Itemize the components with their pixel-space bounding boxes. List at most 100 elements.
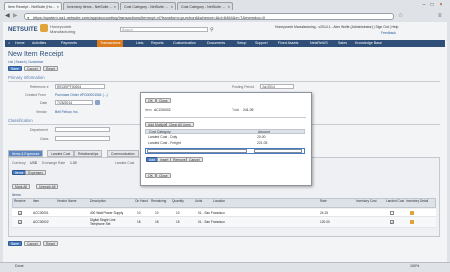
inventory-detail-icon[interactable] (410, 211, 414, 215)
footer-cancel-button[interactable]: Cancel (24, 241, 41, 246)
dialog-ok-bottom-button[interactable]: OK (145, 173, 156, 178)
tab-relationships[interactable]: Relationships (74, 150, 103, 157)
nav-item-customization[interactable]: Customization (173, 40, 196, 47)
vendor-value[interactable]: Bell Fellow, Inc. (55, 110, 79, 114)
dialog-row[interactable]: Landed Cost - Duty 20.00 (145, 135, 305, 140)
reference-label: Reference # (30, 85, 49, 89)
star-icon[interactable]: ☆ (398, 13, 403, 20)
close-icon[interactable]: × (171, 3, 173, 10)
inventory-detail-icon[interactable] (410, 220, 414, 224)
unmark-all-button[interactable]: Unmark All (36, 184, 59, 189)
dialog-close-bottom-button[interactable]: Close (156, 173, 171, 178)
amount-cell: 20.00 (257, 135, 266, 139)
clear-all-lines-button[interactable]: Clear All Lines (166, 122, 194, 127)
browser-tab[interactable]: Cost Category - NetSuite ... × (120, 2, 176, 10)
page-subnav[interactable]: List | Search | Customize (8, 60, 43, 64)
tab-items-expenses[interactable]: Items & Expenses (8, 150, 44, 157)
landed-cost-checkbox[interactable] (390, 220, 394, 225)
close-icon[interactable]: × (57, 3, 59, 10)
col-rate: Rate (320, 199, 327, 203)
browser-tab[interactable]: Inventory Items - NetSuite ... × (63, 2, 119, 10)
nav-item-transactions[interactable]: Transactions (97, 40, 124, 47)
company-logo (40, 24, 48, 32)
close-icon[interactable]: × (228, 3, 230, 10)
nav-item-activities[interactable]: Activities (32, 40, 46, 47)
search-input[interactable]: Search (120, 27, 208, 32)
nav-item-home[interactable]: Home (15, 40, 25, 47)
class-field[interactable] (55, 136, 110, 141)
nav-item-fixed-assets[interactable]: Fixed Assets (278, 40, 298, 47)
search-icon[interactable]: ⚲ (210, 27, 214, 33)
department-label: Department (30, 128, 48, 132)
minimize-icon[interactable]: – (420, 2, 428, 8)
nav-item-netsrelus[interactable]: NetsRelUS (310, 40, 328, 47)
receive-checkbox[interactable] (18, 220, 22, 225)
date-field[interactable]: 7/25/2014 (55, 100, 93, 105)
cancel-button[interactable]: Cancel (24, 66, 41, 71)
nav-item-sales[interactable]: Sales (338, 40, 347, 47)
feedback-link[interactable]: Feedback (381, 31, 396, 35)
maximize-icon[interactable]: □ (428, 2, 436, 8)
tab-landed-cost[interactable]: Landed Cost (47, 150, 75, 157)
nav-item-payments[interactable]: Payments (61, 40, 77, 47)
quantity-cell[interactable]: 10 (176, 211, 180, 215)
save-button[interactable]: Save (8, 66, 22, 71)
calendar-icon[interactable] (95, 100, 100, 105)
back-icon[interactable]: ◀ (5, 13, 10, 20)
dialog-close-button[interactable]: Close (156, 98, 171, 103)
divider (8, 81, 440, 82)
nav-item-reports[interactable]: Reports (151, 40, 164, 47)
col-description: Description (90, 199, 106, 203)
reference-field[interactable]: RECEIPT00204 (55, 84, 105, 89)
reset-button[interactable]: Reset (43, 66, 58, 71)
receive-checkbox[interactable] (18, 211, 22, 216)
dialog-ok-button[interactable]: OK (145, 98, 156, 103)
landed-cost-label: Landed Cost (115, 161, 135, 165)
nav-item-support[interactable]: Support (255, 40, 268, 47)
cancel-row-button[interactable]: Cancel (186, 157, 203, 162)
forward-icon[interactable]: ▶ (13, 13, 18, 20)
cost-category-cell: Landed Cost - Freight (148, 141, 181, 145)
url-text: https://system.na1.netsuite.com/app/acco… (33, 15, 266, 20)
col-inventory-cost: Inventory Cost (356, 199, 377, 203)
nav-item-knowledge-base[interactable]: Knowledge Base (355, 40, 382, 47)
mark-all-button[interactable]: Mark All (12, 184, 31, 189)
amount-cell: 221.05 (257, 141, 268, 145)
close-icon[interactable]: × (114, 3, 116, 10)
dialog-row[interactable]: Landed Cost - Freight 221.05 (145, 141, 305, 146)
date-label: Date (40, 101, 48, 105)
quantity-cell[interactable]: 15 (176, 220, 180, 224)
footer-reset-button[interactable]: Reset (43, 241, 58, 246)
posting-period-field[interactable]: Jul 2014 (260, 84, 294, 89)
created-from-value[interactable]: Purchase Order #PO00001061 (...) (55, 93, 108, 97)
col-receive: Receive (14, 199, 26, 203)
items-currency-value: USD (30, 161, 38, 165)
tab-communication[interactable]: Communication (107, 150, 139, 157)
col-location: Location (213, 199, 226, 203)
cost-category-input[interactable] (147, 149, 247, 153)
browser-tab[interactable]: Cost Category - NetSuite ... × (177, 2, 233, 10)
nav-item-documents[interactable]: Documents (207, 40, 225, 47)
dialog-table-header: Cost Category Amount (145, 129, 305, 134)
nav-item-lists[interactable]: Lists (136, 40, 143, 47)
address-bar[interactable]: ● https://system.na1.netsuite.com/app/acc… (24, 13, 394, 20)
browser-tab[interactable]: Item Receipt - NetSuite (Ho... × (4, 2, 62, 10)
close-window-icon[interactable]: × (437, 2, 445, 8)
tab-label: Item Receipt - NetSuite (Ho... (8, 5, 55, 9)
company-name: Honeycomb Manufacturing (50, 24, 76, 34)
amount-input[interactable] (254, 149, 302, 153)
primary-info-heading: Primary Information (8, 75, 45, 80)
zoom-level[interactable]: 100% (410, 264, 419, 268)
tab-label: Inventory Items - NetSuite ... (67, 5, 113, 9)
menu-icon[interactable]: ≡ (438, 13, 442, 20)
items-exchange-value: 1.00 (70, 161, 77, 165)
inner-tab-expenses[interactable]: Expenses (25, 170, 46, 175)
dialog-total-label: Total (232, 108, 240, 112)
landed-cost-checkbox[interactable] (390, 211, 394, 215)
nav-item-setup[interactable]: Setup (237, 40, 246, 47)
reference-value: RECEIPT00204 (57, 85, 82, 89)
home-icon[interactable]: ⌂ (8, 40, 10, 47)
footer-save-button[interactable]: Save (8, 241, 22, 246)
department-field[interactable] (55, 127, 110, 132)
dialog-divider (144, 117, 306, 118)
